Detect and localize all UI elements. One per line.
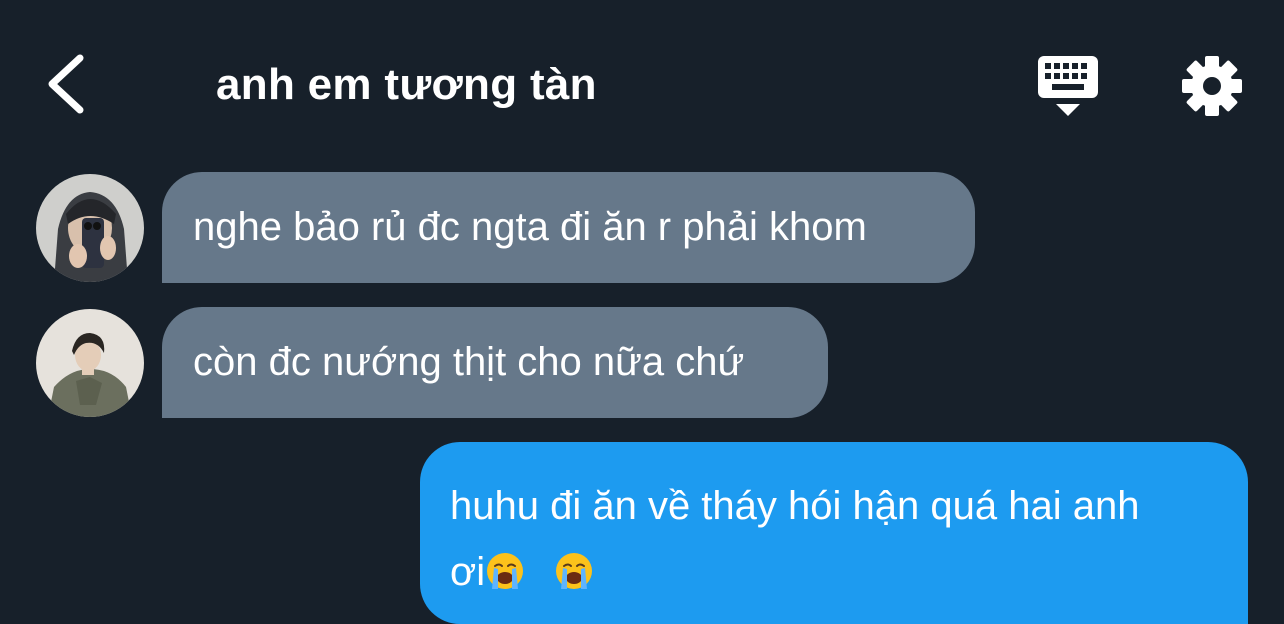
message-bubble-incoming[interactable]: còn đc nướng thịt cho nữa chứ	[162, 307, 828, 418]
message-text-end: ơi	[450, 550, 486, 594]
message-text-line: huhu đi ăn về tháy hói hận quá hai anh	[450, 484, 1140, 528]
avatar-photo	[36, 174, 144, 282]
avatar[interactable]	[36, 174, 144, 282]
message-text: nghe bảo rủ đc ngta đi ăn r phải khom	[193, 205, 867, 249]
chat-header: anh em tương tàn	[0, 0, 1284, 160]
chat-title: anh em tương tàn	[216, 60, 597, 109]
settings-button[interactable]	[1178, 52, 1246, 120]
keyboard-icon	[1038, 56, 1098, 116]
avatar-photo	[36, 309, 144, 417]
message-text-line-2: ơi	[450, 539, 1218, 605]
back-button[interactable]	[36, 48, 100, 120]
loudly-crying-face-icon	[556, 553, 593, 590]
message-bubble-outgoing[interactable]: huhu đi ăn về tháy hói hận quá hai anh ơ…	[420, 442, 1248, 624]
avatar[interactable]	[36, 309, 144, 417]
loudly-crying-face-icon	[487, 553, 524, 590]
gear-icon	[1182, 56, 1242, 116]
keyboard-button[interactable]	[1034, 54, 1102, 120]
chevron-left-icon	[48, 54, 84, 114]
message-text: còn đc nướng thịt cho nữa chứ	[193, 340, 745, 384]
message-bubble-incoming[interactable]: nghe bảo rủ đc ngta đi ăn r phải khom	[162, 172, 975, 283]
